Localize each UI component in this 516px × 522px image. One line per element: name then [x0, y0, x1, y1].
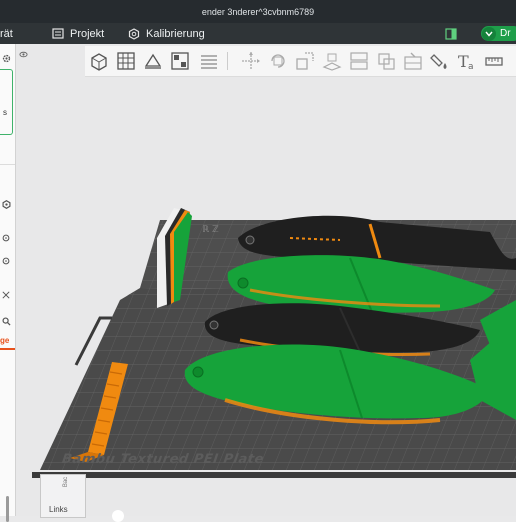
eye-icon[interactable]: [19, 46, 28, 58]
text-tool-icon[interactable]: Ta: [455, 49, 479, 73]
plate-logo-text: ℝ ℤ: [202, 225, 219, 235]
add-object-icon[interactable]: [87, 49, 111, 73]
device-toggle[interactable]: [445, 23, 457, 44]
auto-arrange-icon[interactable]: [168, 49, 192, 73]
left-panel: s ge: [0, 44, 16, 522]
menu-calibration-label: Kalibrierung: [146, 27, 205, 40]
navcube-face-label: Links: [49, 505, 68, 514]
slice-button-label: Dr: [500, 28, 511, 39]
chevron-down-icon[interactable]: [482, 26, 496, 41]
tab-underline: [0, 348, 15, 350]
toolbar-divider: [227, 52, 228, 70]
scrollbar[interactable]: [6, 496, 9, 522]
navcube-side-label: Bac: [63, 476, 70, 488]
measure-tool-icon[interactable]: [482, 49, 506, 73]
project-icon: [52, 28, 64, 39]
menu-device[interactable]: rät: [0, 23, 13, 44]
menu-calibration[interactable]: Kalibrierung: [128, 23, 205, 44]
color-paint-icon[interactable]: [428, 49, 452, 73]
layers-icon[interactable]: [197, 49, 221, 73]
process-gear-icon[interactable]: [0, 198, 12, 210]
tab-fragment-label: ge: [0, 336, 10, 345]
menu-project-label: Projekt: [70, 27, 105, 40]
object-settings-icon[interactable]: [0, 232, 12, 244]
plate-label: Bambu Textured PEI Plate: [60, 452, 265, 467]
menu-device-label: rät: [0, 27, 13, 40]
cut-tool-icon[interactable]: [347, 49, 371, 73]
scale-tool-icon[interactable]: [293, 49, 317, 73]
rotate-tool-icon[interactable]: [266, 49, 290, 73]
menu-project[interactable]: Projekt: [52, 23, 104, 44]
slice-button[interactable]: Dr: [481, 26, 516, 41]
preset-card-text: s: [3, 108, 7, 117]
preset-card[interactable]: s: [0, 69, 13, 135]
window-title: ender 3nderer^3cvbnm6789: [201, 6, 315, 17]
title-bar: ender 3nderer^3cvbnm6789: [0, 0, 516, 23]
calibration-icon: [128, 27, 140, 40]
lay-on-face-icon[interactable]: [320, 49, 344, 73]
orient-icon[interactable]: [141, 49, 165, 73]
plate-settings-icon[interactable]: [0, 255, 12, 267]
search-icon[interactable]: [0, 315, 12, 327]
viewport-toolbar: Ta: [85, 46, 516, 77]
3d-viewport[interactable]: ℝ ℤ Bambu Textured PEI Plate: [16, 44, 516, 516]
seam-paint-icon[interactable]: [401, 49, 425, 73]
scene-canvas[interactable]: ℝ ℤ: [16, 44, 516, 516]
svg-text:a: a: [468, 62, 474, 71]
cursor-dot: [112, 510, 124, 522]
navigation-cube[interactable]: Bac Links: [40, 474, 86, 518]
move-icon[interactable]: [0, 289, 12, 301]
divider: [0, 164, 15, 165]
arrange-grid-icon[interactable]: [114, 49, 138, 73]
menu-bar: rät Projekt Kalibrierung Dr: [0, 23, 516, 44]
move-tool-icon[interactable]: [239, 49, 263, 73]
support-paint-icon[interactable]: [374, 49, 398, 73]
tab-fragment[interactable]: ge: [0, 336, 9, 345]
device-panel-icon: [445, 27, 457, 40]
settings-gear-icon[interactable]: [0, 52, 12, 64]
